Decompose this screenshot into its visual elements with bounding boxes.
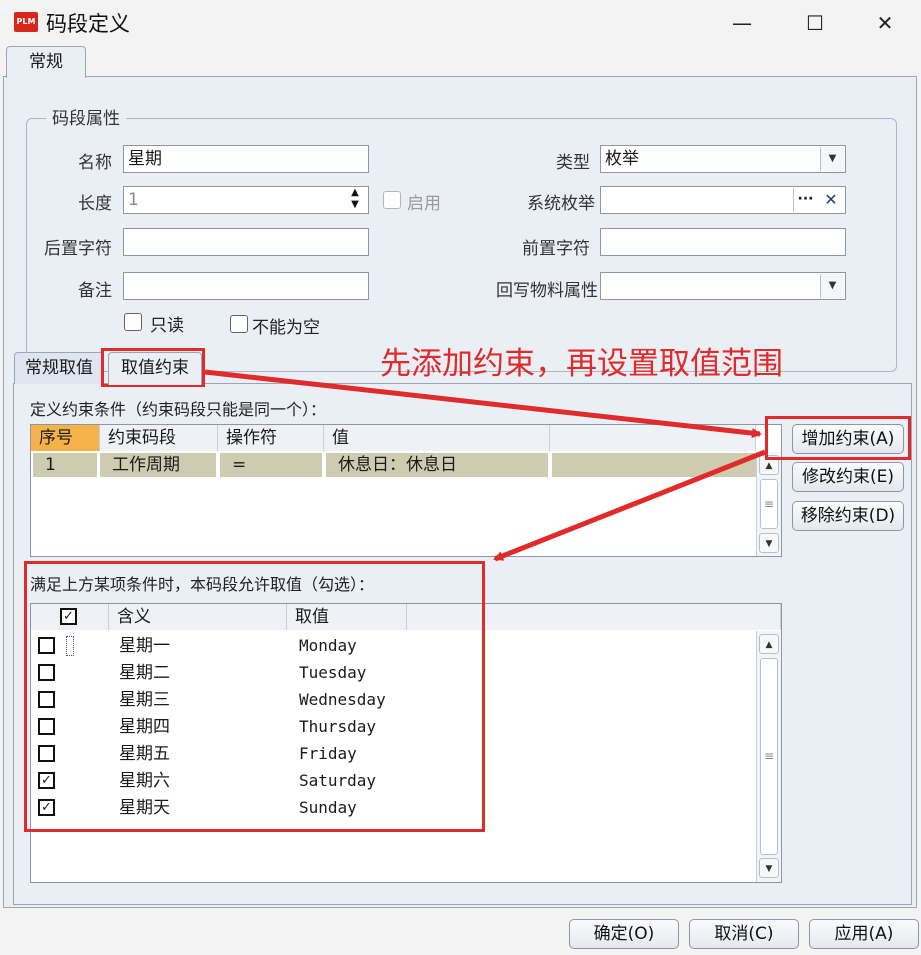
- annotation-arrows: [204, 369, 766, 562]
- tab-value-constraint[interactable]: 取值约束: [108, 352, 202, 385]
- arrow-to-allowed-values: [493, 449, 766, 562]
- tab-general[interactable]: 常规: [6, 46, 86, 78]
- arrow-to-add-button: [204, 369, 762, 439]
